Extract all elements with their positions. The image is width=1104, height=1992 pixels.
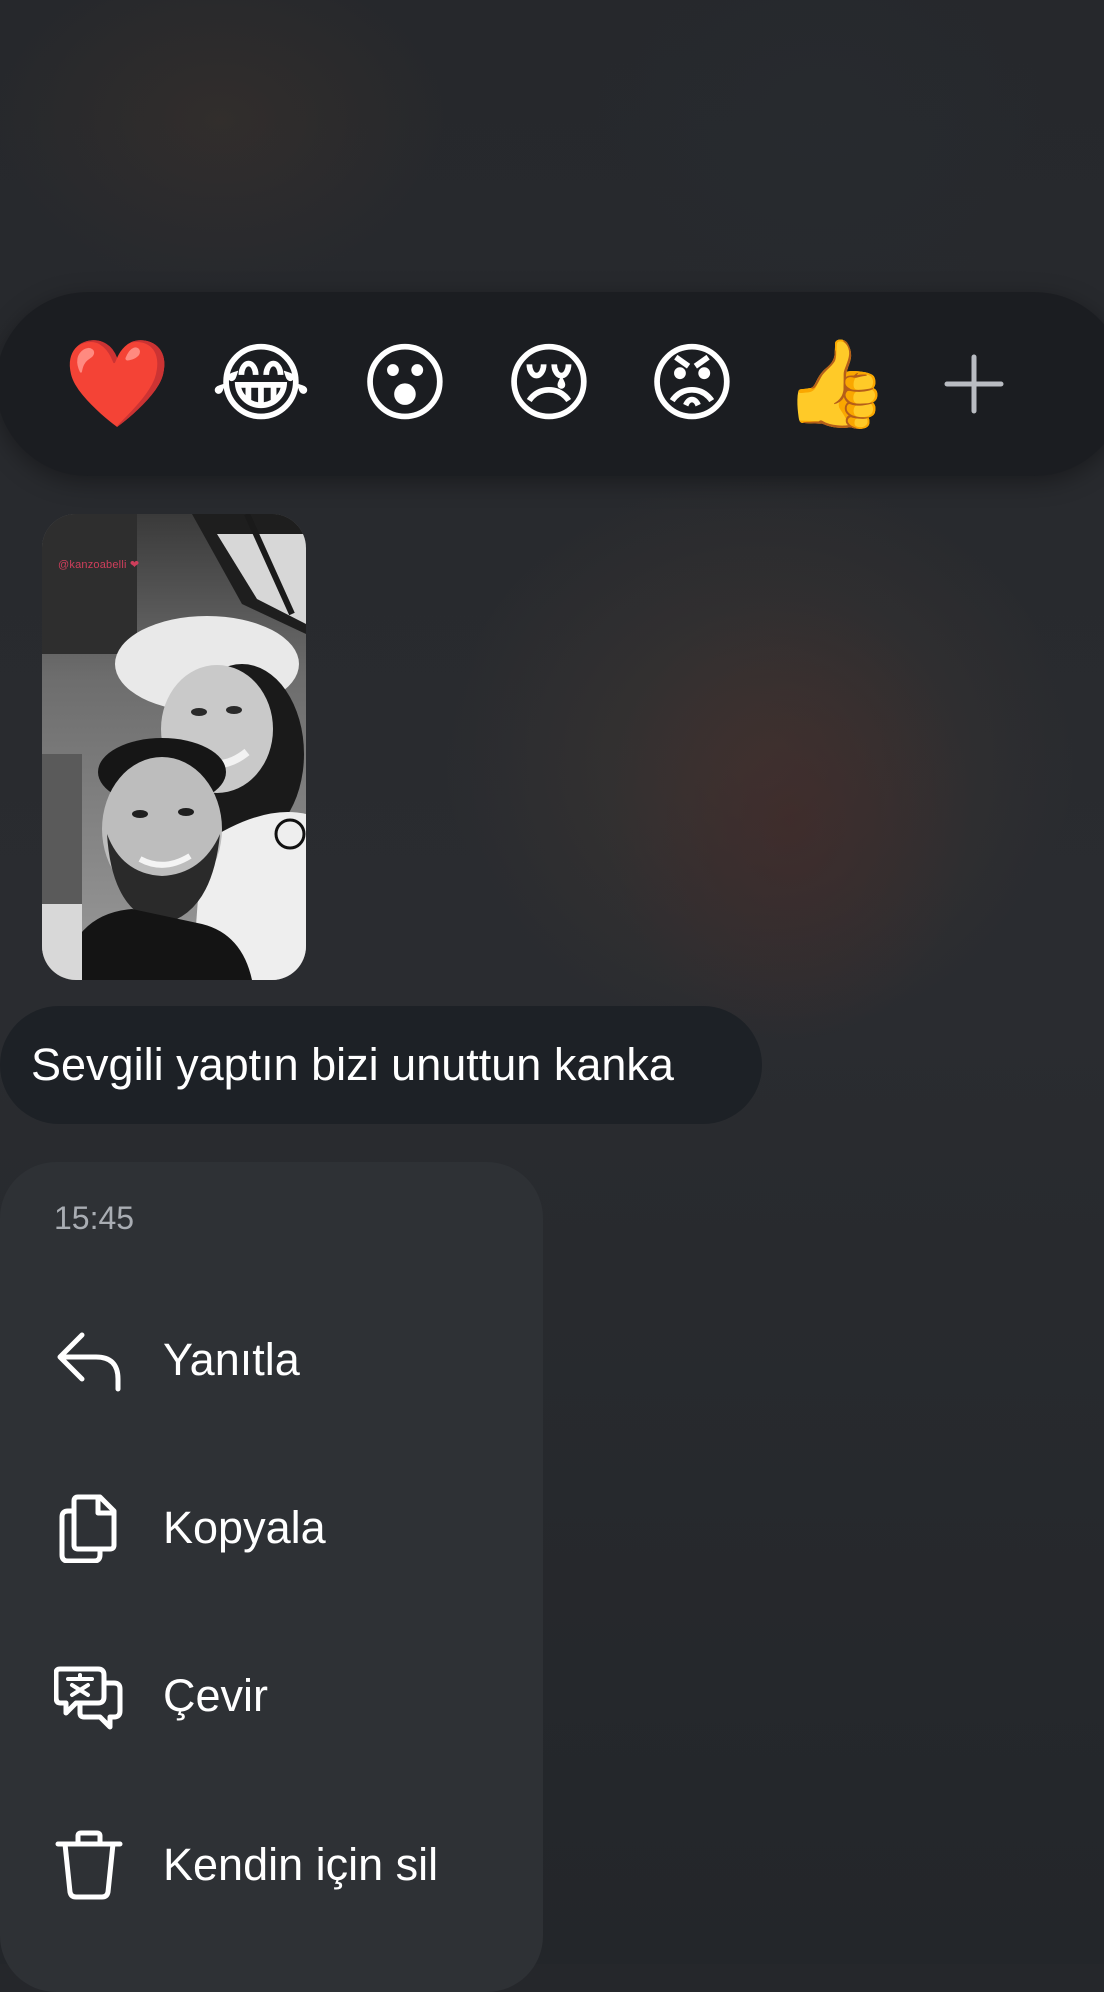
reaction-thumbs-up[interactable]: 👍 <box>782 330 890 438</box>
copy-icon <box>52 1491 126 1565</box>
menu-item-label: Çevir <box>163 1670 269 1721</box>
menu-item-reply[interactable]: Yanıtla <box>0 1300 543 1420</box>
menu-item-translate[interactable]: Çevir <box>0 1636 543 1756</box>
reaction-surprised[interactable]: 😮 <box>351 330 459 438</box>
trash-icon <box>52 1828 126 1902</box>
message-timestamp: 15:45 <box>54 1200 135 1236</box>
translate-icon <box>52 1659 126 1733</box>
message-text: Sevgili yaptın bizi unuttun kanka <box>31 1039 674 1090</box>
plus-icon <box>944 354 1004 414</box>
reaction-heart[interactable]: ❤️ <box>63 330 171 438</box>
menu-item-copy[interactable]: Kopyala <box>0 1468 543 1588</box>
more-reactions-button[interactable] <box>944 354 1004 414</box>
reply-icon <box>52 1323 126 1397</box>
menu-item-delete-for-me[interactable]: Kendin için sil <box>0 1805 543 1925</box>
reaction-angry[interactable]: 😡 <box>638 330 746 438</box>
menu-item-label: Kopyala <box>163 1502 326 1553</box>
message-bubble[interactable]: Sevgili yaptın bizi unuttun kanka <box>0 1006 762 1124</box>
story-mention-tag: @kanzoabelli ❤ <box>58 559 140 571</box>
menu-item-label: Kendin için sil <box>163 1839 439 1890</box>
reaction-crying[interactable]: 😢 <box>495 330 603 438</box>
reaction-tears-of-joy[interactable]: 😂 <box>207 330 315 438</box>
story-photo <box>42 514 306 980</box>
shared-story-image[interactable]: @kanzoabelli ❤ <box>42 514 306 980</box>
menu-item-label: Yanıtla <box>163 1334 300 1385</box>
